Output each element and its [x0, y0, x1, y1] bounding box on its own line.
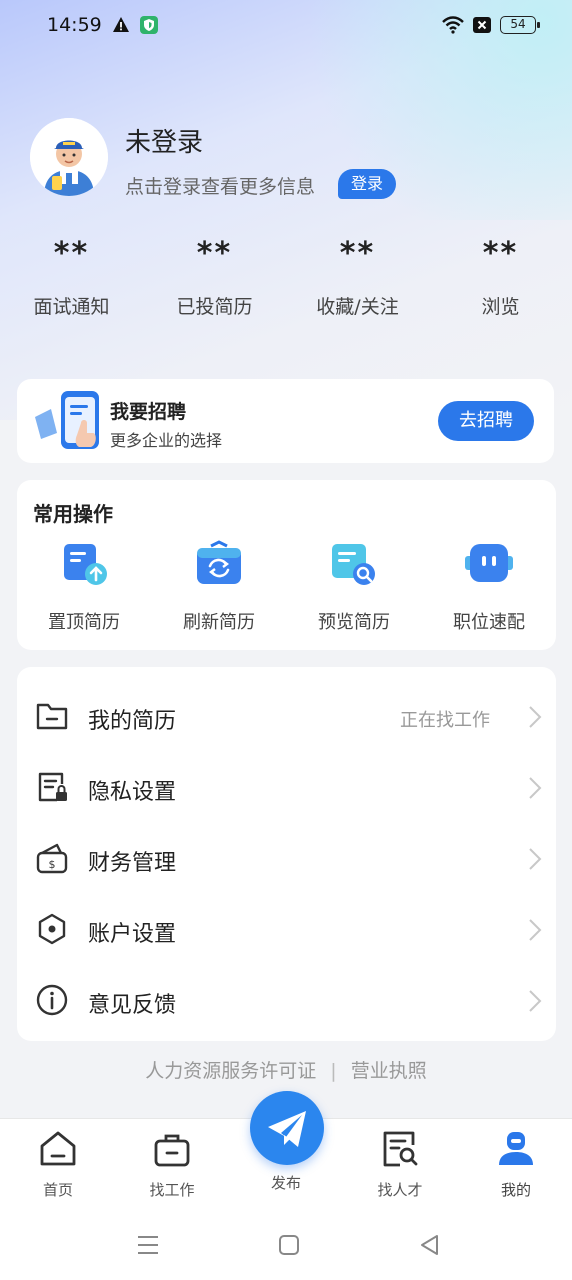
shield-icon	[140, 16, 158, 34]
login-hint-text[interactable]: 点击登录查看更多信息	[125, 172, 315, 199]
tab-find-talent[interactable]: 找人才	[360, 1129, 440, 1200]
chevron-right-icon	[529, 706, 542, 728]
menu-item-finance[interactable]: $ 财务管理	[17, 817, 556, 888]
user-icon	[499, 1132, 533, 1165]
settings-hex-icon	[38, 913, 66, 945]
stat-value: **	[196, 236, 233, 271]
op-refresh-resume[interactable]: 刷新简历	[152, 538, 286, 634]
stat-label: 面试通知	[33, 296, 110, 318]
menu-item-my-resume[interactable]: 我的简历 正在找工作	[17, 675, 556, 746]
header-background	[0, 0, 572, 420]
stat-value: **	[339, 236, 376, 271]
battery-indicator: 54	[500, 16, 540, 34]
op-job-match[interactable]: 职位速配	[422, 538, 556, 634]
paper-plane-icon	[268, 1111, 306, 1147]
wifi-icon	[442, 16, 464, 34]
recruit-title: 我要招聘	[110, 401, 187, 423]
job-match-icon	[465, 544, 513, 582]
menu-label: 隐私设置	[88, 780, 177, 805]
recruit-illustration-icon	[35, 391, 99, 449]
recruit-subtitle: 更多企业的选择	[110, 431, 223, 450]
chevron-right-icon	[529, 848, 542, 870]
tab-label: 首页	[42, 1181, 73, 1199]
menu-item-account-settings[interactable]: 账户设置	[17, 888, 556, 959]
folder-icon	[36, 703, 68, 730]
job-status-text: 正在找工作	[400, 710, 490, 731]
tab-mine[interactable]: 我的	[476, 1129, 556, 1200]
stat-value: **	[53, 236, 90, 271]
menu-label: 账户设置	[88, 922, 177, 947]
stat-label: 浏览	[481, 296, 520, 318]
menu-item-privacy[interactable]: 隐私设置	[17, 746, 556, 817]
chevron-right-icon	[529, 990, 542, 1012]
recruit-card[interactable]: 我要招聘 更多企业的选择 去招聘	[17, 379, 554, 463]
chevron-right-icon	[529, 919, 542, 941]
preview-resume-icon	[332, 544, 375, 585]
tab-label: 我的	[500, 1181, 531, 1199]
op-label: 刷新简历	[183, 612, 255, 633]
refresh-resume-icon	[197, 540, 241, 584]
op-label: 职位速配	[453, 612, 525, 633]
status-time: 14:59	[47, 14, 102, 36]
wallet-icon: $	[36, 843, 68, 874]
stat-applied[interactable]: ** 已投简历	[143, 232, 286, 319]
chevron-right-icon	[529, 777, 542, 799]
stat-label: 已投简历	[176, 296, 253, 318]
footer-separator: |	[330, 1060, 337, 1082]
svg-text:$: $	[49, 858, 56, 871]
privacy-lock-icon	[38, 772, 67, 802]
sim-off-icon	[473, 17, 491, 33]
tab-home[interactable]: 首页	[18, 1129, 98, 1200]
tab-label: 找工作	[149, 1181, 195, 1199]
publish-label: 发布	[270, 1174, 301, 1192]
op-pin-resume[interactable]: 置顶简历	[17, 538, 151, 634]
resume-top-icon	[64, 544, 107, 585]
common-ops-card: 常用操作 置顶简历 刷新简历 预览简历 职位速配	[17, 480, 556, 650]
tab-label: 找人才	[377, 1181, 423, 1199]
briefcase-icon	[154, 1134, 190, 1167]
status-bar: 14:59 54	[0, 0, 572, 52]
warning-icon	[113, 17, 129, 32]
stat-value: **	[482, 236, 519, 271]
settings-menu: 我的简历 正在找工作 隐私设置 $ 财务管理 账户设置 意见反馈	[17, 667, 556, 1041]
stat-label: 收藏/关注	[316, 296, 399, 318]
back-triangle-icon[interactable]	[417, 1232, 443, 1258]
login-button[interactable]: 登录	[338, 169, 396, 199]
avatar[interactable]	[30, 118, 108, 196]
go-recruit-button[interactable]: 去招聘	[438, 401, 534, 441]
menu-label: 意见反馈	[88, 993, 177, 1018]
license-link[interactable]: 人力资源服务许可证	[145, 1060, 316, 1082]
op-preview-resume[interactable]: 预览简历	[287, 538, 421, 634]
stat-favorites[interactable]: ** 收藏/关注	[286, 232, 429, 319]
system-nav-bar	[0, 1210, 572, 1280]
common-ops-title: 常用操作	[33, 502, 113, 526]
publish-button[interactable]	[250, 1091, 324, 1165]
home-square-icon[interactable]	[276, 1232, 302, 1258]
menu-label: 财务管理	[88, 851, 177, 876]
footer-links: 人力资源服务许可证 | 营业执照	[0, 1056, 572, 1083]
tab-find-job[interactable]: 找工作	[132, 1129, 212, 1200]
avatar-illustration	[30, 118, 108, 196]
talent-search-icon	[383, 1131, 418, 1167]
op-label: 预览简历	[318, 612, 390, 633]
menu-lines-icon[interactable]	[135, 1232, 161, 1258]
stats-row: ** 面试通知 ** 已投简历 ** 收藏/关注 ** 浏览	[0, 232, 572, 322]
menu-item-feedback[interactable]: 意见反馈	[17, 959, 556, 1030]
username[interactable]: 未登录	[125, 122, 203, 159]
home-icon	[40, 1131, 76, 1166]
stat-interview[interactable]: ** 面试通知	[0, 232, 143, 319]
menu-label: 我的简历	[88, 709, 177, 734]
stat-views[interactable]: ** 浏览	[429, 232, 572, 319]
business-license-link[interactable]: 营业执照	[351, 1060, 427, 1082]
op-label: 置顶简历	[48, 612, 120, 633]
info-icon	[36, 984, 68, 1016]
